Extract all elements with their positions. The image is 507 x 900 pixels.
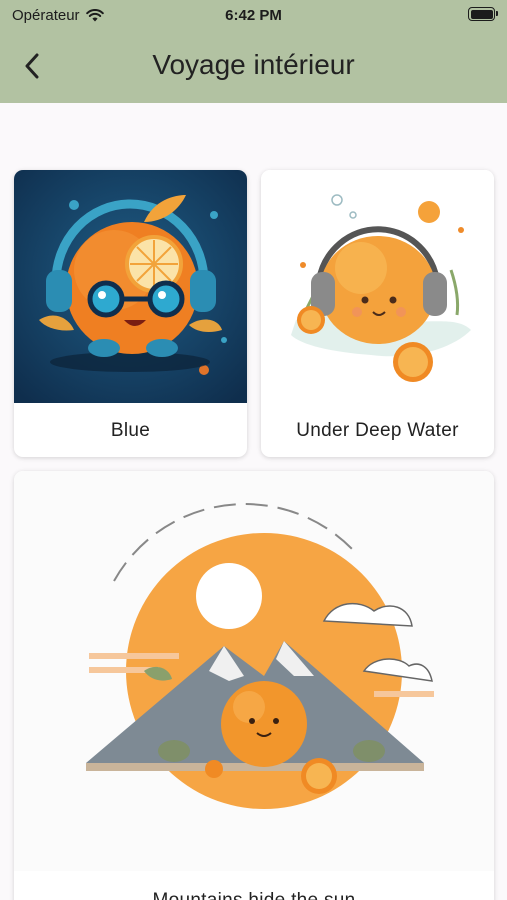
navigation-bar: Voyage intérieur	[0, 30, 507, 103]
playlist-card-blue[interactable]: Blue	[14, 170, 247, 457]
playlist-card-mountains-hide-the-sun[interactable]: Mountains hide the sun	[14, 471, 494, 900]
clock: 6:42 PM	[225, 7, 282, 24]
card-title: Blue	[110, 420, 151, 441]
playlist-card-under-deep-water[interactable]: Under Deep Water	[261, 170, 494, 457]
orange-mountains-sun-illustration	[14, 471, 494, 871]
orange-headphones-blue-illustration	[14, 170, 247, 403]
page-title: Voyage intérieur	[152, 49, 355, 80]
card-title: Mountains hide the sun	[14, 890, 494, 900]
orange-headphones-water-illustration	[261, 170, 494, 403]
status-bar: Opérateur 6:42 PM	[0, 0, 507, 30]
battery-icon	[468, 7, 498, 21]
card-title: Under Deep Water	[296, 420, 459, 441]
